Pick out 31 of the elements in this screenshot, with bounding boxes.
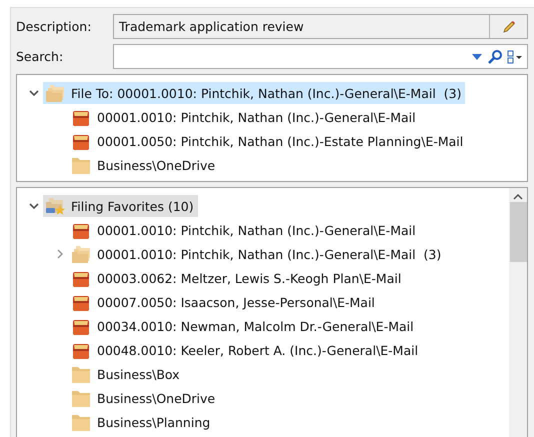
tree-item[interactable]: 00007.0050: Isaacson, Jesse-Personal\E-Mail — [69, 291, 379, 313]
description-label: Description: — [16, 19, 92, 34]
description-field[interactable]: Trademark application review — [113, 14, 528, 39]
tree-item[interactable]: 00001.0050: Pintchik, Nathan (Inc.)-Estate Planning\E-Mail — [69, 130, 468, 152]
tree-item[interactable]: File To: 00001.0010: Pintchik, Nathan (Inc.)-General\E-Mail (3) — [43, 82, 466, 104]
scrollbar-thumb[interactable] — [510, 202, 526, 262]
tree-item[interactable]: 00001.0010: Pintchik, Nathan (Inc.)-General\E-Mail — [69, 219, 420, 241]
folder-icon — [71, 412, 91, 432]
tree-item[interactable]: 00003.0062: Meltzer, Lewis S.-Keogh Plan\E-Mail — [69, 267, 406, 289]
search-icon[interactable] — [487, 48, 503, 64]
tree-item[interactable]: 00034.0010: Newman, Malcolm Dr.-General\E-Mail — [69, 315, 418, 337]
tree-item[interactable]: Filing Favorites (10) — [43, 195, 198, 217]
options-menu-icon[interactable] — [507, 50, 523, 64]
folder-icon — [71, 155, 91, 175]
stacked-folders-icon — [45, 83, 65, 103]
favorites-folder-icon — [45, 196, 65, 216]
stacked-folders-icon — [71, 244, 91, 264]
folder-icon — [71, 388, 91, 408]
folder-icon — [71, 364, 91, 384]
tree-item[interactable]: 00001.0010: Pintchik, Nathan (Inc.)-General\E-Mail (3) — [69, 243, 446, 265]
pencil-icon — [500, 18, 516, 34]
search-label: Search: — [16, 49, 64, 64]
scrollbar[interactable] — [509, 188, 527, 437]
tree-item[interactable]: Business\OneDrive — [69, 154, 220, 176]
tree-item[interactable]: 00048.0010: Keeler, Robert A. (Inc.)-General\E-Mail — [69, 339, 422, 361]
tree-item[interactable]: 00001.0010: Pintchik, Nathan (Inc.)-General\E-Mail — [69, 106, 420, 128]
tree-item[interactable]: Business\OneDrive — [69, 387, 220, 409]
tree-item[interactable]: Business\Box — [69, 363, 184, 385]
tree-item[interactable]: Business\Planning — [69, 411, 214, 433]
dropdown-arrow-icon[interactable] — [471, 52, 483, 62]
search-field[interactable] — [113, 44, 528, 69]
